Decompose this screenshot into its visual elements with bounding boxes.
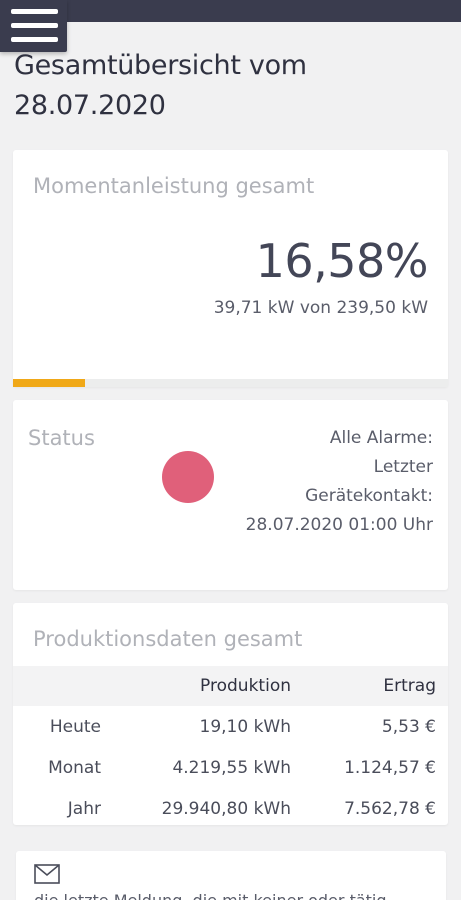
row-produktion: 4.219,55 kWh [172,757,291,778]
table-header-ertrag: Ertrag [383,676,436,696]
status-card: Status Alle Alarme: Letzter Gerätekontak… [13,400,448,590]
produktionsdaten-card: Produktionsdaten gesamt Produktion Ertra… [13,603,448,825]
envelope-icon [34,864,60,884]
messages-card[interactable]: die letzte Meldung, die mit keiner oder … [16,851,446,900]
momentanleistung-progress-bar [13,379,448,387]
row-ertrag: 1.124,57 € [344,757,436,778]
table-row: Jahr 29.940,80 kWh 7.562,78 € [13,788,448,829]
page-title: Gesamtübersicht vom 28.07.2020 [14,50,307,121]
produktionsdaten-title: Produktionsdaten gesamt [33,627,303,651]
status-label: Status [28,426,95,450]
momentanleistung-progress-fill [13,379,86,387]
table-row: Heute 19,10 kWh 5,53 € [13,706,448,747]
status-line-last: Letzter [373,457,433,477]
table-row: Monat 4.219,55 kWh 1.124,57 € [13,747,448,788]
produktionsdaten-table: Produktion Ertrag Heute 19,10 kWh 5,53 €… [13,666,448,829]
menu-bar-line [11,37,58,42]
menu-bar-line [11,23,58,28]
menu-bar-line [11,9,58,14]
status-line-datetime: 28.07.2020 01:00 Uhr [245,515,433,535]
hamburger-menu-icon[interactable] [0,0,67,52]
row-produktion: 29.940,80 kWh [161,798,291,819]
row-label: Heute [49,716,101,737]
row-label: Jahr [67,798,101,819]
row-ertrag: 7.562,78 € [344,798,436,819]
row-ertrag: 5,53 € [381,716,436,737]
row-produktion: 19,10 kWh [199,716,292,737]
status-line-contact: Gerätekontakt: [305,486,433,506]
status-details: Alle Alarme: Letzter Gerätekontakt: 28.0… [246,424,433,540]
top-bar [0,0,461,22]
message-text: die letzte Meldung, die mit keiner oder … [34,891,387,900]
table-header-cell [13,666,113,706]
momentanleistung-percent: 16,58% [255,234,429,288]
status-indicator-dot [162,451,214,503]
status-line-alarms: Alle Alarme: [329,428,433,448]
table-header-row: Produktion Ertrag [13,666,448,706]
row-label: Monat [48,757,101,778]
momentanleistung-card: Momentanleistung gesamt 16,58% 39,71 kW … [13,150,448,387]
momentanleistung-detail: 39,71 kW von 239,50 kW [213,298,428,318]
table-header-produktion: Produktion [200,676,291,696]
momentanleistung-title: Momentanleistung gesamt [33,174,315,198]
